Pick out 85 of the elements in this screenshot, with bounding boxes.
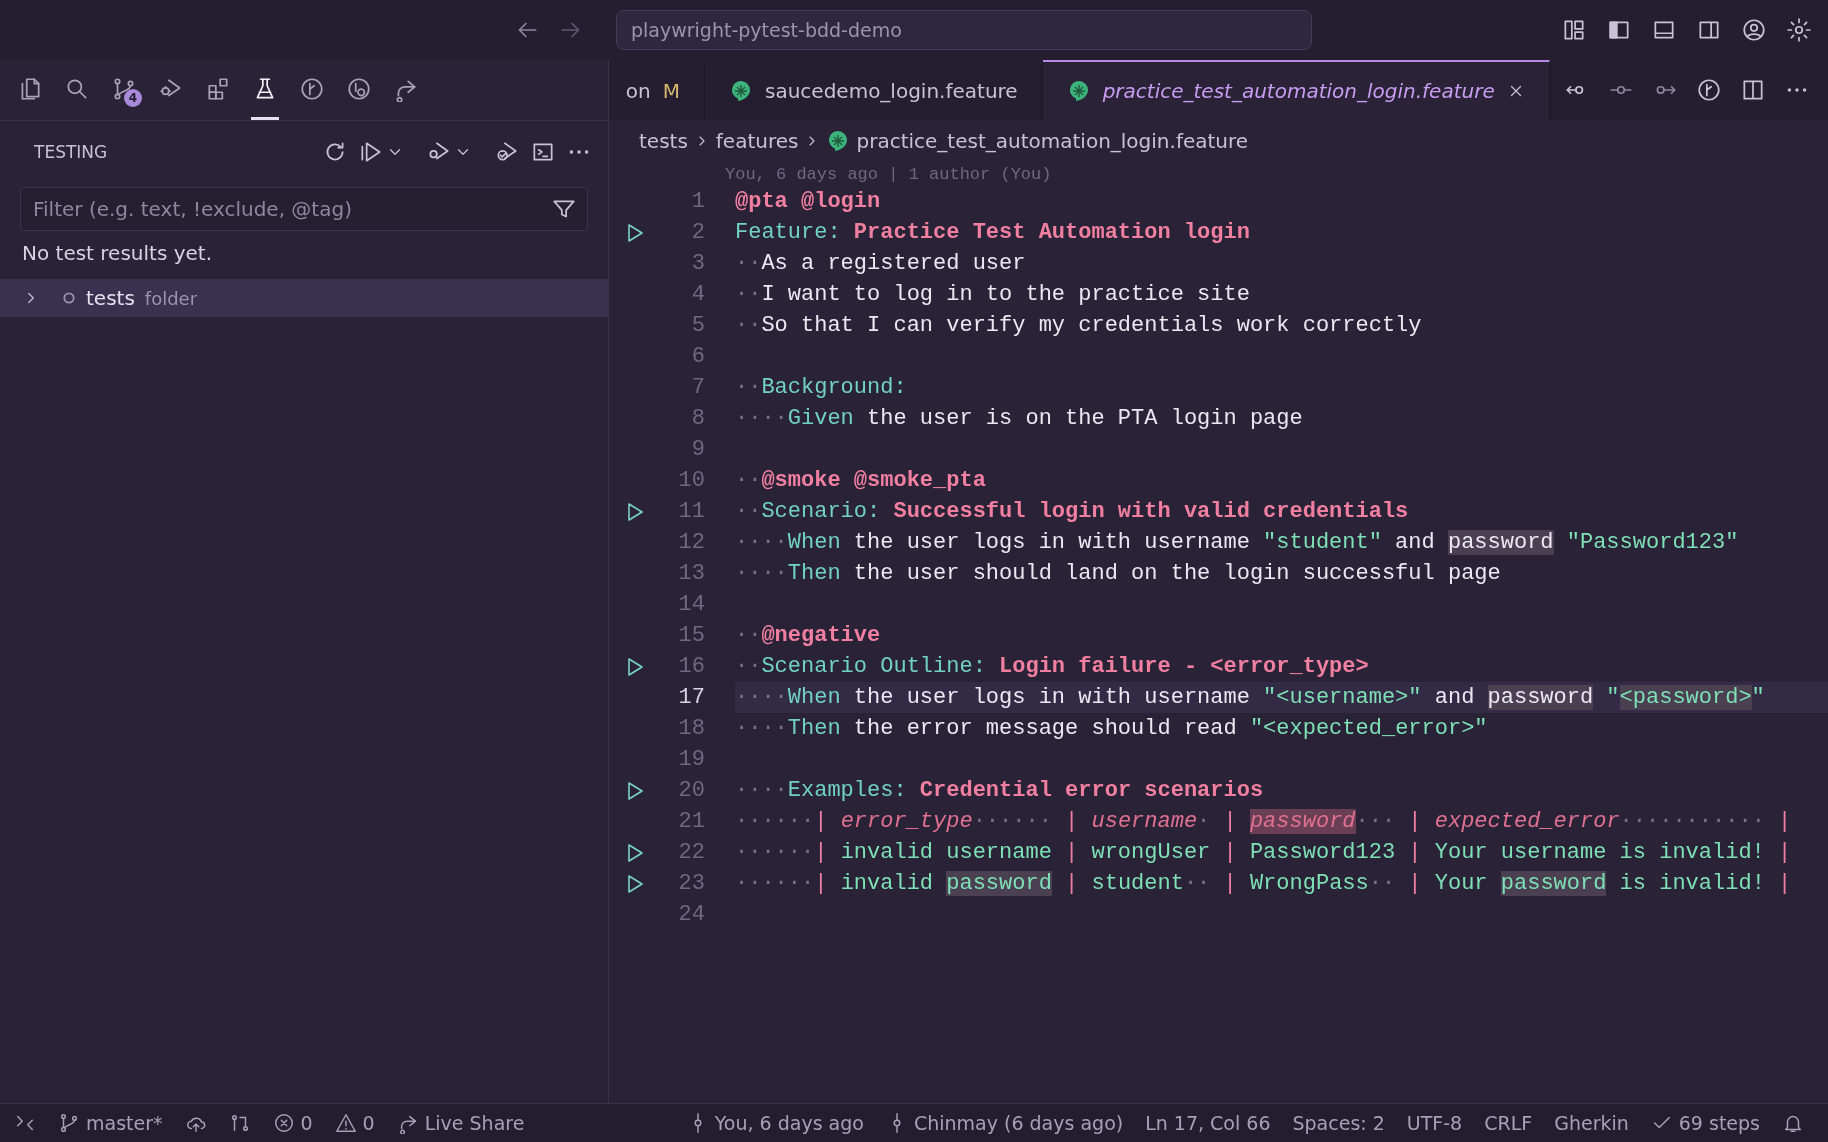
editor-tab[interactable]: saucedemo_login.feature <box>705 60 1043 120</box>
line-number: 18 <box>677 716 705 741</box>
code-line: ··I want to log in to the practice site <box>735 282 1250 307</box>
code-line: ······| error_type······ | username· | password··· | expected_error··········· | <box>735 809 1792 834</box>
status-item[interactable]: UTF-8 <box>1406 1112 1463 1134</box>
status-item[interactable]: You, 6 days ago <box>686 1112 864 1134</box>
tree-description: folder <box>144 287 198 309</box>
tree-item[interactable]: tests folder <box>0 279 608 317</box>
tab-label: on <box>625 79 651 103</box>
command-center[interactable]: playwright-pytest-bdd-demo <box>616 10 1312 50</box>
account-icon[interactable] <box>1741 17 1767 43</box>
line-number: 1 <box>690 189 705 214</box>
code-line: ····When the user logs in with username "student" and password "Password123" <box>735 530 1739 555</box>
status-circle-icon <box>62 291 76 305</box>
code-line: ··As a registered user <box>735 251 1026 276</box>
line-number: 9 <box>690 437 705 462</box>
line-number: 21 <box>677 809 705 834</box>
code-line: ··Scenario: Successful login with valid credentials <box>735 499 1409 524</box>
status-item[interactable]: Chinmay (6 days ago) <box>885 1112 1124 1134</box>
line-number: 13 <box>677 561 705 586</box>
breadcrumb-item[interactable]: practice_test_automation_login.feature <box>856 129 1249 153</box>
line-number: 15 <box>677 623 705 648</box>
line-number: 3 <box>690 251 705 276</box>
line-number: 7 <box>690 375 705 400</box>
line-number: 19 <box>677 747 705 772</box>
line-number: 20 <box>677 778 705 803</box>
line-number: 11 <box>677 499 705 524</box>
line-number: 24 <box>677 902 705 927</box>
breadcrumb-item[interactable]: features <box>715 129 799 153</box>
code-line: ····Then the error message should read "<expected_error>" <box>735 716 1488 741</box>
code-line: ····Then the user should land on the login successful page <box>735 561 1501 586</box>
line-number: 8 <box>690 406 705 431</box>
code-line: ··Scenario Outline: Login failure - <error_type> <box>735 654 1369 679</box>
editor-tab[interactable]: practice_test_automation_login.feature <box>1042 60 1550 120</box>
line-number: 23 <box>677 871 705 896</box>
line-number: 17 <box>677 685 705 710</box>
line-number: 5 <box>690 313 705 338</box>
line-number: 4 <box>690 282 705 307</box>
branch-icon <box>58 1112 80 1134</box>
code-line: @pta @login <box>735 189 881 214</box>
layout-icon[interactable] <box>1561 17 1587 43</box>
line-number: 14 <box>677 592 705 617</box>
code-line: ····Given the user is on the PTA login page <box>735 406 1303 431</box>
panel-title: TESTING <box>34 142 108 162</box>
status-item[interactable]: 0 <box>334 1112 375 1134</box>
error-icon <box>272 1112 295 1134</box>
settings-icon[interactable] <box>1786 17 1812 43</box>
code-line: ····When the user logs in with username "<username>" and password "<password>" <box>735 685 1765 710</box>
line-number: 6 <box>690 344 705 369</box>
line-number: 10 <box>677 468 705 493</box>
blame-annotation: You, 6 days ago | 1 author (You) <box>725 164 1052 184</box>
empty-message: No test results yet. <box>21 240 214 267</box>
graph-icon[interactable] <box>1695 77 1722 103</box>
status-item[interactable]: Gherkin <box>1554 1112 1629 1134</box>
status-item[interactable]: Spaces: 2 <box>1292 1112 1385 1134</box>
warning-icon <box>334 1112 357 1134</box>
code-line: ··@smoke @smoke_pta <box>735 468 986 493</box>
code-line: ··@negative <box>735 623 881 648</box>
modified-marker: M <box>662 79 680 103</box>
code-line: ······| invalid username | wrongUser | Password123 | Your username is invalid! | <box>735 840 1792 865</box>
code-line: Feature: Practice Test Automation login <box>735 220 1250 245</box>
code-line: ····Examples: Credential error scenarios <box>735 778 1264 803</box>
status-item[interactable]: 69 steps <box>1650 1112 1760 1134</box>
code-line: ··Background: <box>735 375 907 400</box>
status-item[interactable]: Ln 17, Col 66 <box>1145 1112 1271 1134</box>
extensions-icon <box>205 75 231 102</box>
line-number: 16 <box>677 654 705 679</box>
count-badge: 4 <box>124 89 142 107</box>
filter-input[interactable]: Filter (e.g. text, !exclude, @tag) <box>31 196 551 222</box>
tab-label: saucedemo_login.feature <box>765 79 1018 103</box>
code-line: ··So that I can verify my credentials work correctly <box>735 313 1422 338</box>
filter-field[interactable]: Filter (e.g. text, !exclude, @tag) <box>20 187 588 231</box>
line-number: 12 <box>677 530 705 555</box>
status-item[interactable]: Live Share <box>396 1112 525 1134</box>
tab-label: practice_test_automation_login.feature <box>1102 79 1495 103</box>
breadcrumb-item[interactable]: tests <box>639 129 688 153</box>
status-item[interactable]: 0 <box>272 1112 313 1134</box>
graph-icon <box>299 75 325 102</box>
line-number: 22 <box>677 840 705 865</box>
editor-tab[interactable]: on M <box>609 60 705 120</box>
line-number: 2 <box>690 220 705 245</box>
status-item[interactable]: master* <box>58 1112 163 1134</box>
status-item[interactable]: CRLF <box>1484 1112 1533 1134</box>
code-line: ······| invalid password | student·· | WrongPass·· | Your password is invalid! | <box>735 871 1792 896</box>
tree-label: tests <box>86 286 135 310</box>
